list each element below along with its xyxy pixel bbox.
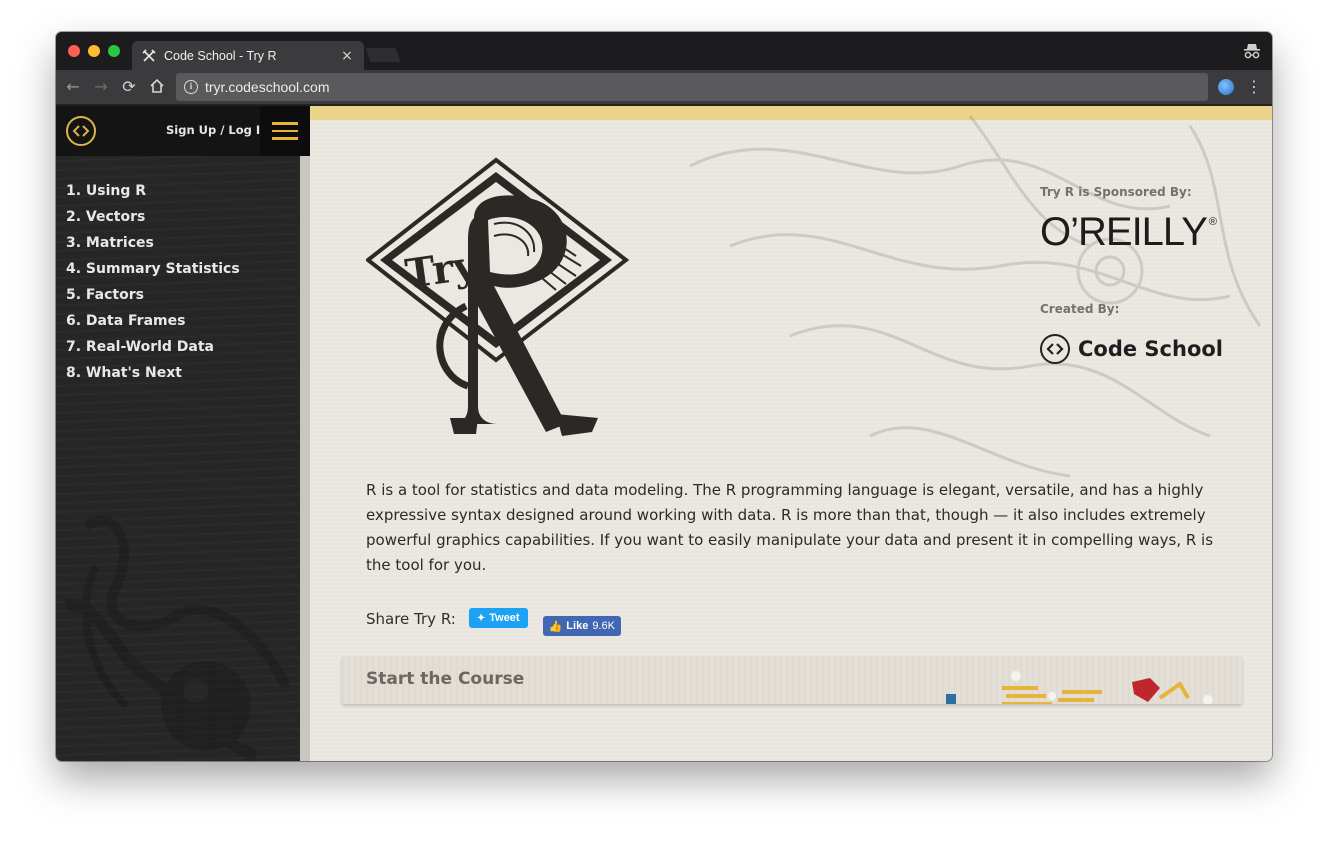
oreilly-logo[interactable]: O’REILLY ® bbox=[1040, 210, 1217, 255]
maximize-window-button[interactable] bbox=[108, 45, 120, 57]
start-course-button[interactable]: Start the Course bbox=[342, 656, 1242, 704]
address-bar[interactable]: i tryr.codeschool.com bbox=[176, 73, 1208, 101]
oreilly-name: O’REILLY bbox=[1040, 210, 1208, 254]
page-viewport: 1. Using R 2. Vectors 3. Matrices 4. Sum… bbox=[56, 106, 1272, 761]
browser-window: Code School - Try R × ← → ⟳ i tryr.codes… bbox=[56, 32, 1272, 761]
chapter-link[interactable]: 8. What's Next bbox=[66, 365, 240, 391]
chapter-link[interactable]: 4. Summary Statistics bbox=[66, 261, 240, 287]
tweet-button[interactable]: ✦ Tweet bbox=[468, 608, 528, 628]
tab-title: Code School - Try R bbox=[164, 48, 277, 63]
octopus-background-illustration bbox=[689, 115, 1262, 478]
tweet-label: Tweet bbox=[489, 612, 520, 624]
address-url: tryr.codeschool.com bbox=[205, 79, 330, 95]
code-school-name: Code School bbox=[1078, 337, 1224, 361]
chapter-link[interactable]: 7. Real-World Data bbox=[66, 339, 240, 365]
chapter-link[interactable]: 3. Matrices bbox=[66, 235, 240, 261]
share-row: Share Try R: ✦ Tweet 👍 Like 9.6K bbox=[366, 608, 621, 636]
like-label: Like bbox=[566, 620, 589, 632]
chapter-link[interactable]: 6. Data Frames bbox=[66, 313, 240, 339]
sidebar-edge bbox=[300, 106, 310, 761]
chapter-link[interactable]: 5. Factors bbox=[66, 287, 240, 313]
tab-close-icon[interactable]: × bbox=[340, 49, 354, 63]
reload-icon[interactable]: ⟳ bbox=[120, 78, 138, 96]
chapter-link[interactable]: 2. Vectors bbox=[66, 209, 240, 235]
code-school-brand-link[interactable]: Code School bbox=[1040, 334, 1223, 364]
try-r-logo: Try bbox=[366, 157, 630, 436]
like-count: 9.6K bbox=[592, 620, 615, 632]
browser-menu-icon[interactable]: ⋮ bbox=[1246, 78, 1262, 96]
code-school-mark-icon bbox=[1040, 334, 1070, 364]
main-content: Try Try R is Sponsored By: O’REILLY ® Cre… bbox=[310, 106, 1272, 761]
home-icon[interactable] bbox=[148, 78, 166, 96]
new-tab-button[interactable] bbox=[365, 48, 401, 62]
sign-up-login-link[interactable]: Sign Up / Log In bbox=[166, 123, 268, 137]
created-by-label: Created By: bbox=[1040, 302, 1120, 316]
incognito-icon bbox=[1242, 42, 1262, 60]
sidebar-header: Sign Up / Log In bbox=[56, 106, 310, 156]
close-window-button[interactable] bbox=[68, 45, 80, 57]
facebook-like-button[interactable]: 👍 Like 9.6K bbox=[542, 616, 621, 636]
chapter-link[interactable]: 1. Using R bbox=[66, 183, 240, 209]
octopus-illustration bbox=[64, 515, 291, 761]
globe-extension-icon[interactable] bbox=[1218, 79, 1234, 95]
intro-paragraph: R is a tool for statistics and data mode… bbox=[366, 481, 1214, 574]
forward-arrow-icon[interactable]: → bbox=[92, 78, 110, 96]
course-sidebar: 1. Using R 2. Vectors 3. Matrices 4. Sum… bbox=[56, 106, 300, 761]
minimize-window-button[interactable] bbox=[88, 45, 100, 57]
twitter-bird-icon: ✦ bbox=[476, 612, 486, 624]
sponsor-label: Try R is Sponsored By: bbox=[1040, 185, 1192, 199]
code-school-logo-icon[interactable] bbox=[66, 116, 96, 146]
course-decoration-illustration bbox=[946, 671, 1213, 704]
back-arrow-icon[interactable]: ← bbox=[64, 78, 82, 96]
window-controls bbox=[68, 45, 120, 57]
registered-mark: ® bbox=[1208, 216, 1217, 228]
tab-code-school[interactable]: Code School - Try R × bbox=[132, 41, 364, 70]
share-label: Share Try R: bbox=[366, 610, 456, 628]
tab-bar: Code School - Try R × bbox=[56, 32, 1272, 70]
code-school-favicon-icon bbox=[142, 48, 156, 63]
start-course-label: Start the Course bbox=[366, 669, 525, 689]
thumbs-up-icon: 👍 bbox=[548, 620, 563, 633]
site-info-icon[interactable]: i bbox=[184, 80, 198, 94]
browser-toolbar: ← → ⟳ i tryr.codeschool.com ⋮ bbox=[56, 70, 1272, 105]
chapter-list: 1. Using R 2. Vectors 3. Matrices 4. Sum… bbox=[66, 183, 240, 391]
menu-hamburger-icon[interactable] bbox=[260, 106, 310, 156]
